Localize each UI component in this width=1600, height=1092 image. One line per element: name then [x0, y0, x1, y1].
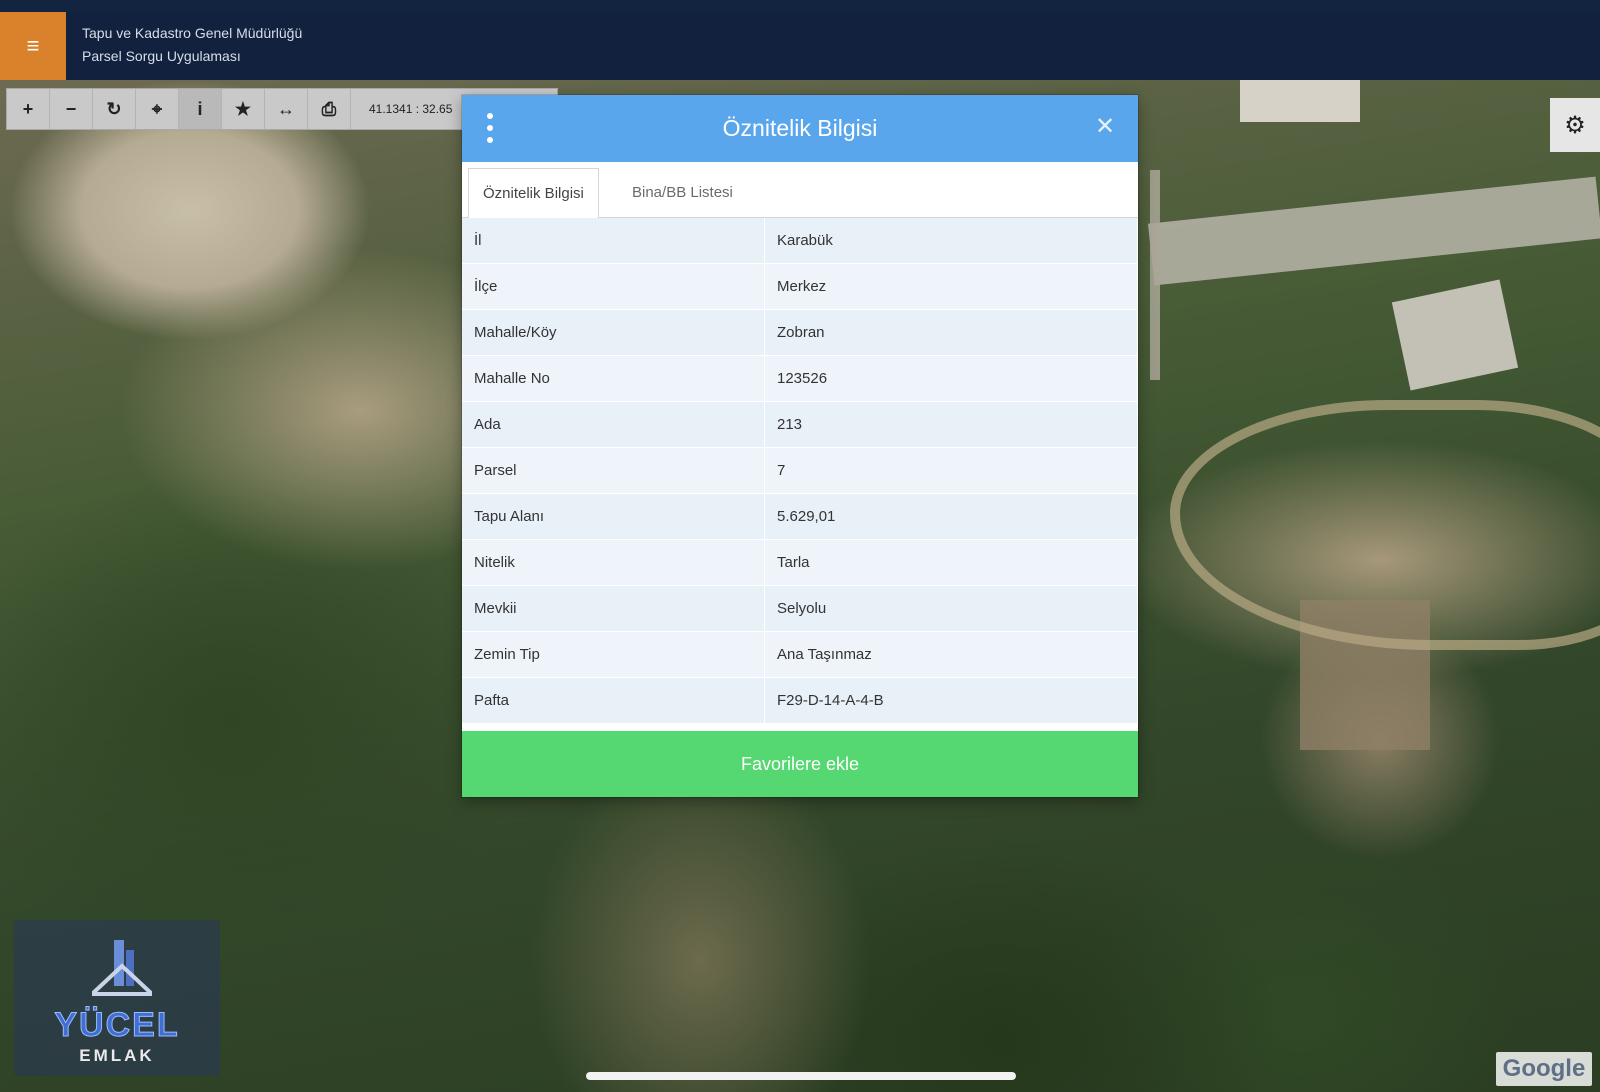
locate-icon: ⌖ [151, 98, 163, 119]
app-header: ≡ Tapu ve Kadastro Genel Müdürlüğü Parse… [0, 12, 1600, 80]
table-row: İl Karabük [462, 218, 1138, 264]
attribute-value: 213 [764, 401, 1138, 448]
attribute-table: İl Karabük İlçe Merkez Mahalle/Köy Zobran M… [462, 218, 1138, 724]
add-to-favorites-button[interactable]: Favorilere ekle [462, 731, 1138, 797]
table-row: Tapu Alanı 5.629,01 [462, 493, 1138, 540]
table-row: Pafta F29-D-14-A-4-B [462, 677, 1138, 724]
zoom-out-icon: − [65, 98, 77, 119]
attribute-key: Tapu Alanı [462, 493, 765, 540]
google-attribution: Google [1496, 1052, 1592, 1086]
hamburger-menu-button[interactable]: ≡ [0, 12, 66, 80]
settings-button[interactable]: ⚙ [1550, 98, 1600, 152]
logo-text-line2: EMLAK [79, 1046, 155, 1065]
dialog-title: Öznitelik Bilgisi [722, 115, 878, 141]
tab-attribute-info[interactable]: Öznitelik Bilgisi [468, 168, 599, 219]
table-row: İlçe Merkez [462, 263, 1138, 310]
locate-button[interactable]: ⌖ [136, 89, 179, 129]
favorites-button[interactable]: ★ [222, 89, 265, 129]
attribute-value: Selyolu [764, 585, 1138, 632]
attribute-key: Mahalle/Köy [462, 309, 765, 356]
map-building [1240, 80, 1360, 122]
map-road [1150, 170, 1160, 380]
attribute-value: 5.629,01 [764, 493, 1138, 540]
table-row: Ada 213 [462, 401, 1138, 448]
dialog-header: Öznitelik Bilgisi ✕ [462, 95, 1138, 162]
attribute-value: Zobran [764, 309, 1138, 356]
status-bar [0, 0, 1600, 12]
table-row: Parsel 7 [462, 447, 1138, 494]
coordinate-readout: 41.1341 : 32.65 [369, 102, 453, 116]
app-title: Tapu ve Kadastro Genel Müdürlüğü Parsel … [82, 22, 302, 68]
attribute-key: Ada [462, 401, 765, 448]
logo-text-line1: YÜCEL [54, 1006, 180, 1045]
attribute-value: Ana Taşınmaz [764, 631, 1138, 678]
tab-building-list[interactable]: Bina/BB Listesi [618, 168, 747, 217]
zoom-out-button[interactable]: − [50, 89, 93, 129]
app-title-line2: Parsel Sorgu Uygulaması [82, 48, 241, 64]
star-icon: ★ [234, 98, 252, 119]
building-logo-icon [92, 940, 152, 996]
dialog-tabs: Öznitelik Bilgisi Bina/BB Listesi [462, 162, 1138, 219]
yucel-emlak-logo: YÜCEL EMLAK [14, 920, 220, 1076]
attribute-dialog: Öznitelik Bilgisi ✕ Öznitelik Bilgisi Bi… [462, 95, 1138, 797]
table-row: Mahalle/Köy Zobran [462, 309, 1138, 356]
table-row: Zemin Tip Ana Taşınmaz [462, 631, 1138, 678]
info-button[interactable]: i [179, 89, 222, 129]
map-dirt-road [1170, 400, 1600, 650]
gear-icon: ⚙ [1564, 111, 1586, 139]
zoom-in-icon: + [22, 98, 34, 119]
measure-button[interactable]: ↔ [265, 89, 308, 129]
attribute-key: Zemin Tip [462, 631, 765, 678]
measure-icon: ↔ [277, 98, 295, 119]
attribute-value: F29-D-14-A-4-B [764, 677, 1138, 724]
attribute-value: Karabük [764, 218, 1138, 264]
attribute-key: Nitelik [462, 539, 765, 586]
map-road [1147, 176, 1600, 286]
attribute-value: 7 [764, 447, 1138, 494]
attribute-key: Mahalle No [462, 355, 765, 402]
attribute-value: Merkez [764, 263, 1138, 310]
home-indicator [586, 1072, 1016, 1080]
table-row: Mahalle No 123526 [462, 355, 1138, 402]
refresh-button[interactable]: ↻ [93, 89, 136, 129]
attribute-value: Tarla [764, 539, 1138, 586]
attribute-key: Mevkii [462, 585, 765, 632]
print-icon: ⎙ [321, 98, 337, 119]
print-button[interactable]: ⎙ [308, 89, 351, 129]
zoom-in-button[interactable]: + [7, 89, 50, 129]
attribute-key: İl [462, 218, 765, 264]
attribute-key: Parsel [462, 447, 765, 494]
attribute-value: 123526 [764, 355, 1138, 402]
refresh-icon: ↻ [106, 98, 122, 119]
hamburger-icon: ≡ [26, 33, 40, 58]
app-title-line1: Tapu ve Kadastro Genel Müdürlüğü [82, 25, 303, 41]
map-building [1391, 279, 1519, 391]
close-icon[interactable]: ✕ [1090, 112, 1120, 142]
table-row: Nitelik Tarla [462, 539, 1138, 586]
attribute-key: Pafta [462, 677, 765, 724]
attribute-key: İlçe [462, 263, 765, 310]
info-icon: i [197, 98, 203, 119]
table-row: Mevkii Selyolu [462, 585, 1138, 632]
